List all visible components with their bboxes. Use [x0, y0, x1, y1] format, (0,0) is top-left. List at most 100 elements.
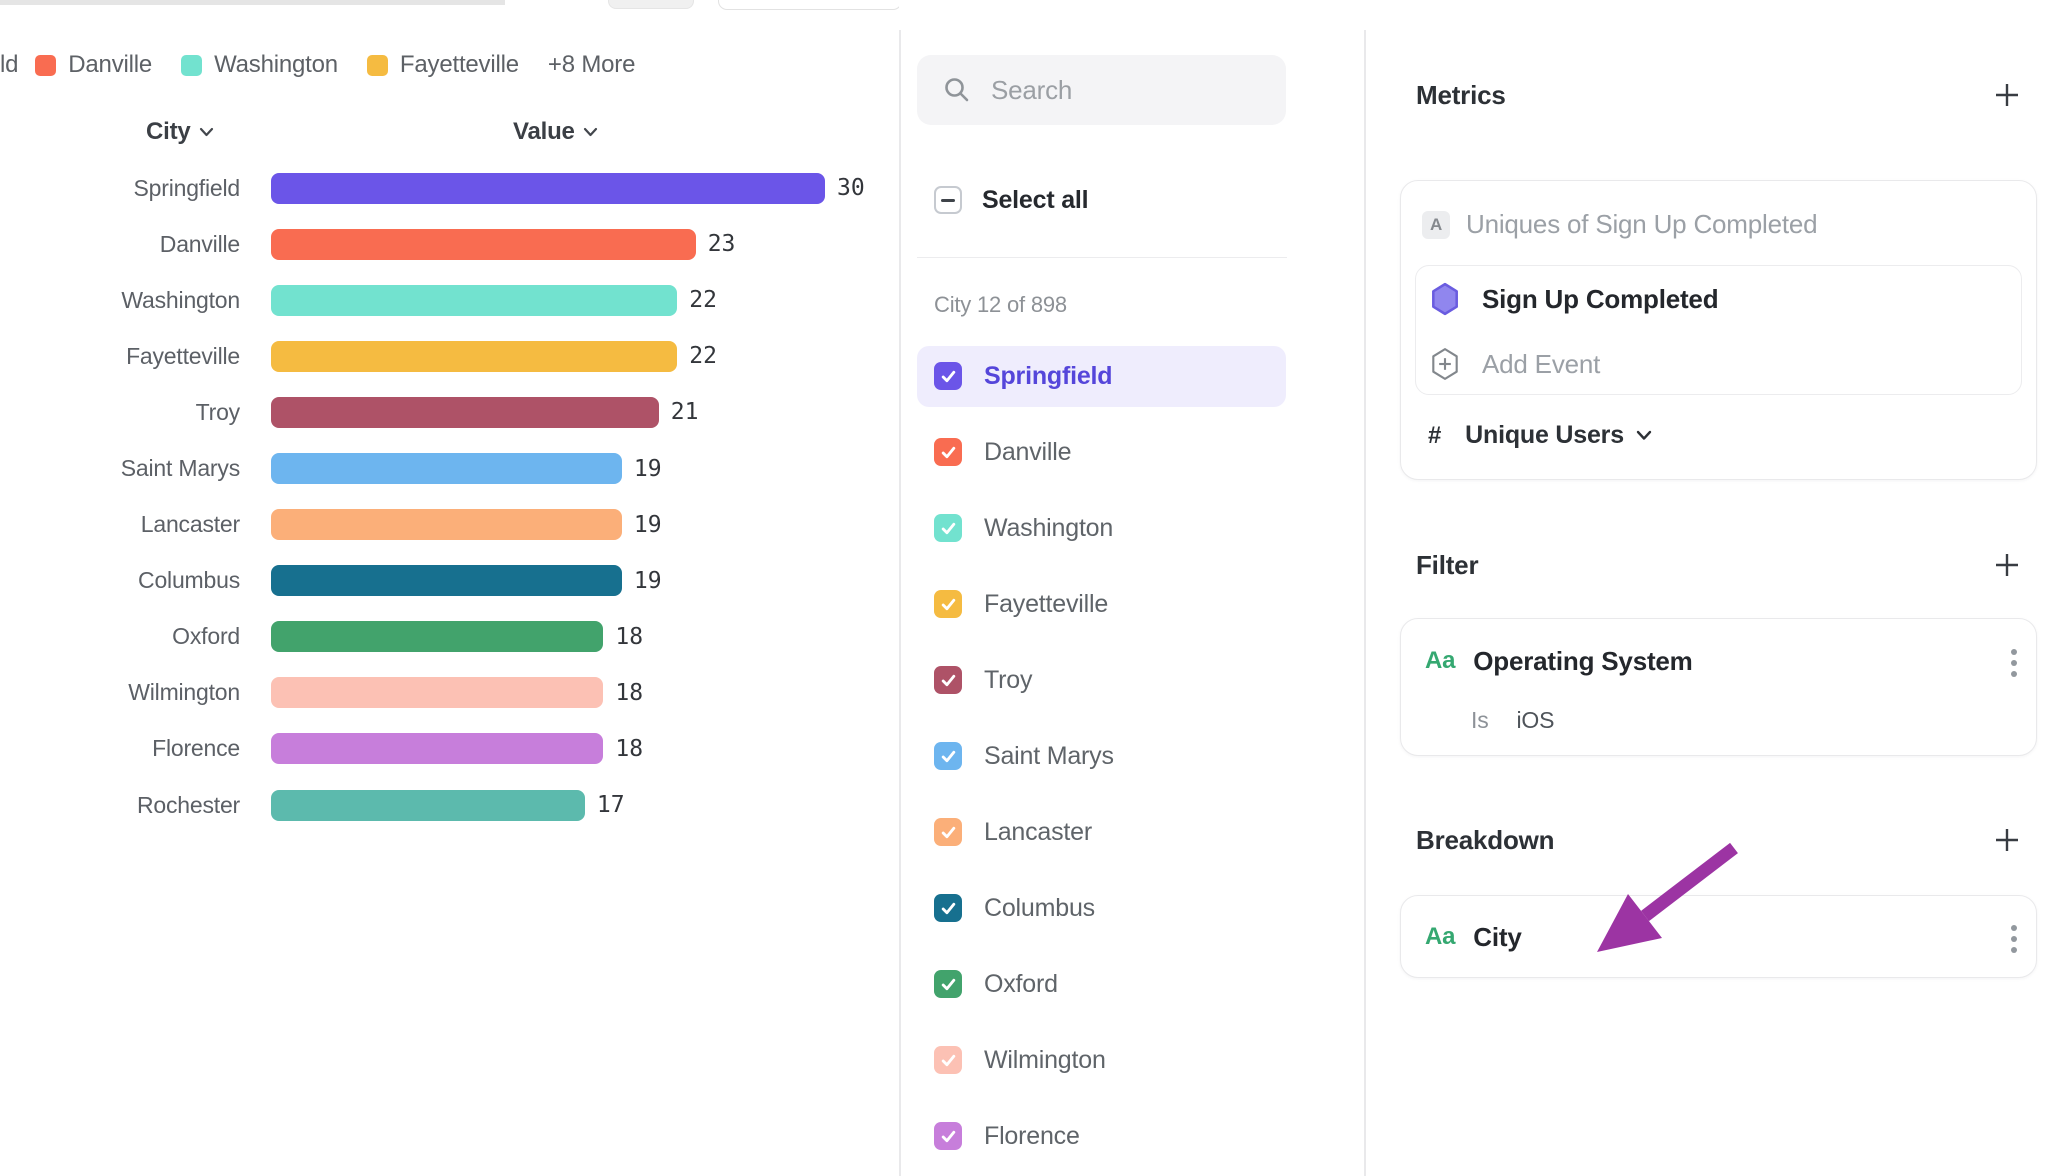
chart-row: Columbus 19	[0, 553, 905, 609]
bar[interactable]	[271, 733, 603, 764]
filter-section-title: Filter	[1416, 550, 1478, 581]
city-list-item[interactable]: Troy	[899, 642, 1366, 718]
aggregation-selector[interactable]: # Unique Users	[1428, 421, 1652, 450]
bar-category-label: Lancaster	[0, 511, 240, 538]
city-name: Fayetteville	[984, 590, 1108, 619]
bar[interactable]	[271, 453, 622, 484]
city-list-item[interactable]: Washington	[899, 490, 1366, 566]
city-checkbox[interactable]	[934, 362, 962, 390]
bar-category-label: Saint Marys	[0, 455, 240, 482]
breakdown-menu-button[interactable]	[2001, 922, 2027, 955]
chart-row: Wilmington 18	[0, 665, 905, 721]
city-name: Oxford	[984, 970, 1058, 999]
city-column-header: City	[146, 118, 191, 146]
bar[interactable]	[271, 509, 622, 540]
city-name: Wilmington	[984, 1046, 1106, 1075]
filter-property-row[interactable]: Aa Operating System	[1425, 644, 1693, 678]
city-list-item[interactable]: Wilmington	[899, 1022, 1366, 1098]
city-checkbox[interactable]	[934, 1046, 962, 1074]
bar[interactable]	[271, 677, 603, 708]
search-input[interactable]	[989, 74, 1273, 107]
filter-condition-row: Is iOS	[1471, 707, 1554, 734]
checkmark-icon	[940, 368, 957, 385]
bar[interactable]	[271, 173, 825, 204]
city-checkbox[interactable]	[934, 894, 962, 922]
bar-value-label: 19	[634, 512, 662, 538]
bar-category-label: Springfield	[0, 175, 240, 202]
sort-header-value[interactable]: Value	[513, 116, 598, 148]
bar-category-label: Washington	[0, 287, 240, 314]
add-breakdown-button[interactable]	[1990, 823, 2024, 857]
bar-category-label: Columbus	[0, 567, 240, 594]
bar-category-label: Rochester	[0, 792, 240, 819]
legend-more-button[interactable]: +8 More	[548, 51, 635, 79]
string-type-badge: Aa	[1425, 923, 1455, 951]
bar[interactable]	[271, 790, 585, 821]
city-list-item[interactable]: Saint Marys	[899, 718, 1366, 794]
bar-category-label: Florence	[0, 735, 240, 762]
filter-property-name: Operating System	[1473, 646, 1692, 677]
breakdown-property-row[interactable]: Aa City	[1425, 920, 1522, 954]
city-checkbox[interactable]	[934, 1122, 962, 1150]
bar-value-label: 19	[634, 456, 662, 482]
search-box[interactable]	[917, 55, 1286, 125]
city-checkbox[interactable]	[934, 970, 962, 998]
chart-legend: ld Danville Washington Fayetteville +8 M…	[0, 52, 635, 78]
bar-value-label: 22	[689, 287, 717, 313]
city-checkbox[interactable]	[934, 514, 962, 542]
city-list-item[interactable]: Oxford	[899, 946, 1366, 1022]
bar[interactable]	[271, 397, 659, 428]
city-checkbox[interactable]	[934, 666, 962, 694]
filter-menu-button[interactable]	[2001, 646, 2027, 679]
filter-value[interactable]: iOS	[1517, 707, 1555, 734]
legend-item[interactable]: Washington	[181, 51, 338, 79]
add-event-button[interactable]: Add Event	[1430, 347, 1600, 381]
event-row[interactable]: Sign Up Completed	[1430, 282, 1718, 316]
city-checkbox[interactable]	[934, 590, 962, 618]
select-all-row[interactable]: Select all	[899, 178, 1366, 222]
bar-value-label: 18	[615, 624, 643, 650]
city-list-item[interactable]: Danville	[899, 414, 1366, 490]
legend-item[interactable]: Danville	[35, 51, 152, 79]
bar[interactable]	[271, 565, 622, 596]
metric-card: A Uniques of Sign Up Completed Sign Up C…	[1400, 180, 2037, 480]
city-list-item[interactable]: Columbus	[899, 870, 1366, 946]
add-metric-button[interactable]	[1990, 78, 2024, 112]
add-filter-button[interactable]	[1990, 548, 2024, 582]
bar-value-label: 21	[671, 399, 699, 425]
city-list-item[interactable]: Springfield	[899, 338, 1366, 414]
city-list-item[interactable]: Florence	[899, 1098, 1366, 1174]
bar[interactable]	[271, 621, 603, 652]
chevron-down-icon	[1636, 430, 1652, 441]
city-list-item[interactable]: Fayetteville	[899, 566, 1366, 642]
event-card: Sign Up Completed Add Event	[1415, 265, 2022, 395]
legend-label: Fayetteville	[400, 51, 519, 79]
filter-operator[interactable]: Is	[1471, 707, 1489, 734]
breakdown-card: Aa City	[1400, 895, 2037, 978]
metric-summary-row[interactable]: A Uniques of Sign Up Completed	[1422, 209, 1817, 240]
city-checkbox[interactable]	[934, 818, 962, 846]
plus-icon	[1992, 825, 2022, 855]
city-list-item[interactable]: Lancaster	[899, 794, 1366, 870]
bar[interactable]	[271, 341, 677, 372]
select-all-checkbox[interactable]	[934, 186, 962, 214]
legend-item-clipped[interactable]: ld	[0, 51, 18, 79]
city-checkbox[interactable]	[934, 438, 962, 466]
breakdown-values-dropdown: Select all City 12 of 898 Springfield Da…	[899, 0, 1366, 1176]
city-checkbox[interactable]	[934, 742, 962, 770]
bar-value-label: 18	[615, 680, 643, 706]
city-name: Saint Marys	[984, 742, 1114, 771]
breakdown-property-name: City	[1473, 922, 1521, 953]
bar-category-label: Fayetteville	[0, 343, 240, 370]
bar-category-label: Danville	[0, 231, 240, 258]
chart-row: Saint Marys 19	[0, 440, 905, 496]
bar-value-label: 23	[708, 231, 736, 257]
bar[interactable]	[271, 229, 696, 260]
bar[interactable]	[271, 285, 677, 316]
sort-header-city[interactable]: City	[146, 116, 214, 148]
chevron-down-icon	[583, 127, 598, 137]
legend-item[interactable]: Fayetteville	[367, 51, 519, 79]
bar-value-label: 30	[837, 175, 865, 201]
city-name: Florence	[984, 1122, 1080, 1151]
checkmark-icon	[940, 672, 957, 689]
